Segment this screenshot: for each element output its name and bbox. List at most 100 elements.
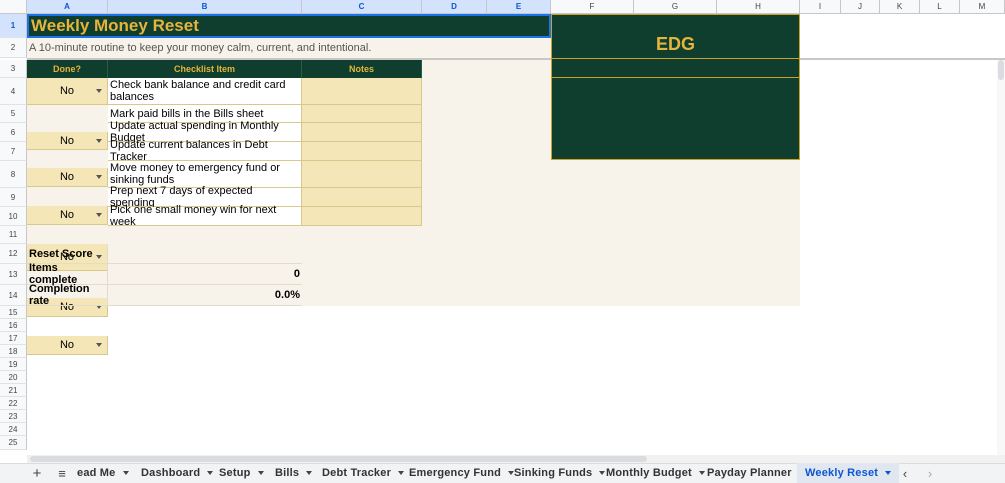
- tab-menu-arrow-icon[interactable]: [257, 471, 264, 475]
- row-header-22[interactable]: 22: [0, 397, 27, 410]
- tab-menu-arrow-icon[interactable]: [207, 471, 214, 475]
- done-dropdown[interactable]: No: [27, 78, 108, 105]
- row-header-18[interactable]: 18: [0, 345, 27, 358]
- column-header-j[interactable]: J: [841, 0, 880, 14]
- notes-cell[interactable]: [302, 207, 422, 226]
- row-header-8[interactable]: 8: [0, 161, 27, 188]
- row-header-17[interactable]: 17: [0, 332, 27, 345]
- row-header-21[interactable]: 21: [0, 384, 27, 397]
- horizontal-scroll-thumb[interactable]: [30, 456, 647, 462]
- tab-menu-arrow-icon[interactable]: [306, 471, 313, 475]
- header-done[interactable]: Done?: [27, 60, 108, 78]
- column-header-l[interactable]: L: [920, 0, 960, 14]
- notes-cell[interactable]: [302, 105, 422, 123]
- items-complete-label[interactable]: Items complete: [27, 262, 108, 286]
- tab-monthly-budget[interactable]: Monthly Budget: [606, 463, 705, 483]
- all-sheets-icon[interactable]: ≡: [52, 463, 72, 483]
- tab-read-me[interactable]: ead Me: [77, 463, 129, 483]
- completion-rate-label[interactable]: Completion rate: [27, 283, 108, 307]
- done-dropdown[interactable]: No: [27, 206, 108, 225]
- row-header-6[interactable]: 6: [0, 123, 27, 142]
- header-checklist-item[interactable]: Checklist Item: [108, 60, 302, 78]
- row-header-9[interactable]: 9: [0, 188, 27, 207]
- row-header-20[interactable]: 20: [0, 371, 27, 384]
- items-complete-value[interactable]: 0: [108, 264, 302, 285]
- checklist-item-cell[interactable]: Check bank balance and credit card balan…: [108, 78, 302, 105]
- tab-label: Emergency Fund: [409, 467, 502, 479]
- tab-sinking-funds[interactable]: Sinking Funds: [514, 463, 606, 483]
- dropdown-arrow-icon[interactable]: [96, 213, 102, 217]
- column-header-k[interactable]: K: [880, 0, 920, 14]
- plus-icon[interactable]: +: [27, 463, 47, 483]
- tab-bills[interactable]: Bills: [275, 463, 313, 483]
- tab-emergency-fund[interactable]: Emergency Fund: [409, 463, 515, 483]
- notes-cell[interactable]: [302, 78, 422, 105]
- row-header-4[interactable]: 4: [0, 78, 27, 105]
- column-header-e[interactable]: E: [487, 0, 551, 14]
- row-header-15[interactable]: 15: [0, 306, 27, 319]
- column-header-i[interactable]: I: [800, 0, 841, 14]
- dropdown-arrow-icon[interactable]: [96, 89, 102, 93]
- row-header-1[interactable]: 1: [0, 14, 27, 38]
- done-dropdown[interactable]: No: [27, 336, 108, 355]
- column-header-c[interactable]: C: [302, 0, 422, 14]
- tab-label: Dashboard: [141, 467, 201, 479]
- notes-cell[interactable]: [302, 123, 422, 142]
- tab-dashboard[interactable]: Dashboard: [141, 463, 214, 483]
- done-dropdown[interactable]: No: [27, 132, 108, 150]
- tab-weekly-reset[interactable]: Weekly Reset: [797, 463, 900, 483]
- dropdown-arrow-icon[interactable]: [96, 343, 102, 347]
- tab-debt-tracker[interactable]: Debt Tracker: [322, 463, 405, 483]
- tab-label: Monthly Budget: [606, 467, 692, 479]
- reset-score-heading[interactable]: Reset Score: [27, 244, 108, 264]
- chevron-left-icon[interactable]: ‹: [895, 463, 915, 483]
- column-header-f[interactable]: F: [551, 0, 634, 14]
- tab-menu-arrow-icon[interactable]: [599, 471, 606, 475]
- row-header-13[interactable]: 13: [0, 264, 27, 285]
- row-header-5[interactable]: 5: [0, 105, 27, 123]
- checklist-item-cell[interactable]: Update current balances in Debt Tracker: [108, 139, 302, 163]
- done-dropdown[interactable]: No: [27, 168, 108, 187]
- notes-cell[interactable]: [302, 188, 422, 207]
- column-header-h[interactable]: H: [717, 0, 800, 14]
- column-header-b[interactable]: B: [108, 0, 302, 14]
- notes-cell[interactable]: [302, 142, 422, 161]
- row-header-7[interactable]: 7: [0, 142, 27, 161]
- row-header-19[interactable]: 19: [0, 358, 27, 371]
- vertical-scrollbar[interactable]: [997, 60, 1005, 455]
- tab-payday-planner[interactable]: Payday Planner: [707, 463, 805, 483]
- row-header-3[interactable]: 3: [0, 60, 27, 78]
- tab-menu-arrow-icon[interactable]: [398, 471, 405, 475]
- tab-label: Weekly Reset: [805, 467, 879, 479]
- row-header-25[interactable]: 25: [0, 436, 27, 450]
- reset-score-blank-cell[interactable]: [108, 244, 302, 264]
- checklist-item-cell[interactable]: Move money to emergency fund or sinking …: [108, 161, 302, 188]
- tab-setup[interactable]: Setup: [219, 463, 264, 483]
- row-header-23[interactable]: 23: [0, 410, 27, 423]
- row-header-14[interactable]: 14: [0, 285, 27, 306]
- row-header-2[interactable]: 2: [0, 38, 27, 58]
- row-header-12[interactable]: 12: [0, 244, 27, 264]
- row-header-16[interactable]: 16: [0, 319, 27, 332]
- column-header-m[interactable]: M: [960, 0, 1005, 14]
- sheet-subtitle-cell[interactable]: A 10-minute routine to keep your money c…: [27, 38, 551, 58]
- vertical-scroll-thumb[interactable]: [998, 60, 1004, 80]
- dropdown-arrow-icon[interactable]: [96, 138, 102, 143]
- header-notes[interactable]: Notes: [302, 60, 422, 78]
- dropdown-arrow-icon[interactable]: [96, 175, 102, 179]
- notes-cell[interactable]: [302, 161, 422, 188]
- tab-menu-arrow-icon[interactable]: [885, 471, 892, 475]
- select-all-corner[interactable]: [0, 0, 27, 14]
- tab-menu-arrow-icon[interactable]: [122, 471, 129, 475]
- sheet-title-cell[interactable]: Weekly Money Reset: [27, 14, 551, 38]
- column-header-a[interactable]: A: [27, 0, 108, 14]
- chevron-right-icon[interactable]: ›: [920, 463, 940, 483]
- checklist-item-cell[interactable]: Pick one small money win for next week: [108, 204, 302, 228]
- row-header-24[interactable]: 24: [0, 423, 27, 436]
- row-header-11[interactable]: 11: [0, 226, 27, 244]
- column-header-d[interactable]: D: [422, 0, 487, 14]
- column-header-g[interactable]: G: [634, 0, 717, 14]
- tab-menu-arrow-icon[interactable]: [698, 471, 705, 475]
- row-header-10[interactable]: 10: [0, 207, 27, 226]
- completion-rate-value[interactable]: 0.0%: [108, 285, 302, 306]
